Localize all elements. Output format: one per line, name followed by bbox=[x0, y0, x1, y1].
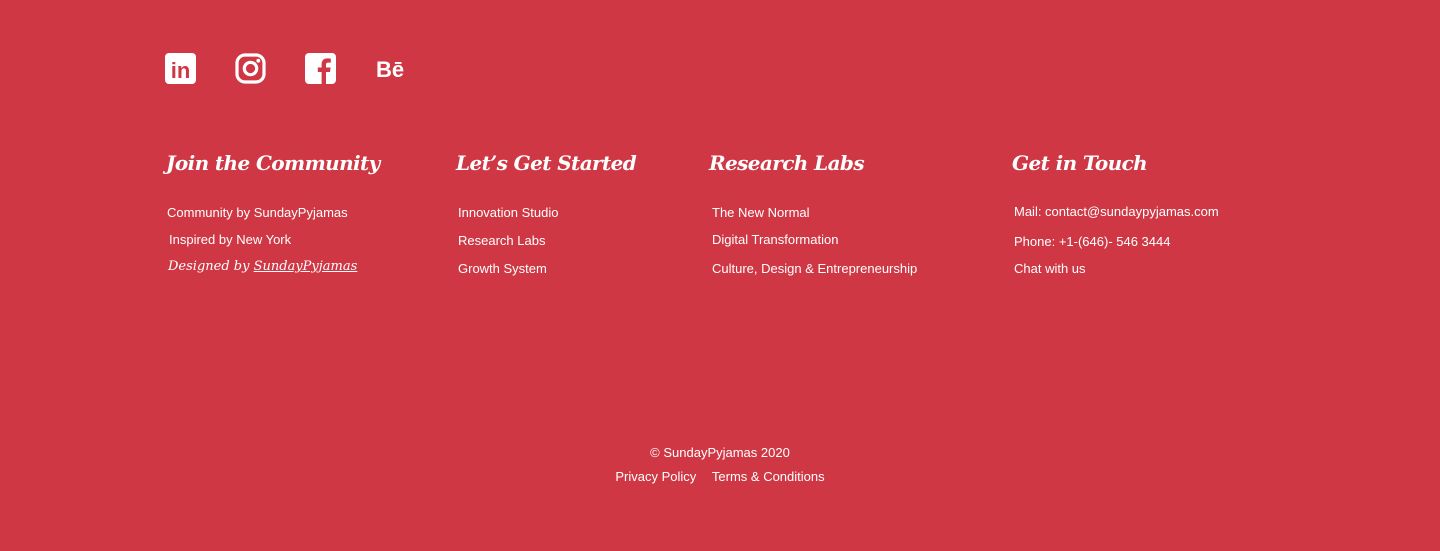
list-item[interactable]: Mail: contact@sundaypyjamas.com bbox=[1014, 204, 1219, 220]
copyright: © SundayPyjamas 2020 bbox=[650, 445, 790, 460]
community-link[interactable]: Community by SundayPyjamas bbox=[167, 205, 348, 220]
instagram-link[interactable] bbox=[235, 53, 266, 84]
list-item[interactable]: Phone: +1-(646)- 546 3444 bbox=[1014, 234, 1170, 250]
footer-bottom: © SundayPyjamas 2020 Privacy Policy Term… bbox=[0, 445, 1440, 485]
designed-by: Designed by SundayPyjamas bbox=[168, 259, 357, 275]
phone-link[interactable]: Phone: +1-(646)- 546 3444 bbox=[1014, 234, 1170, 249]
facebook-icon bbox=[305, 53, 336, 84]
column-heading: Let’s Get Started bbox=[456, 151, 637, 175]
list-item[interactable]: Inspired by New York bbox=[169, 232, 291, 248]
designed-by-brand-link[interactable]: SundayPyjamas bbox=[254, 259, 358, 274]
new-normal-link[interactable]: The New Normal bbox=[712, 205, 810, 220]
chat-link[interactable]: Chat with us bbox=[1014, 261, 1086, 276]
column-heading: Get in Touch bbox=[1012, 151, 1148, 175]
footer-column-research-labs: Research Labs The New Normal Digital Tra… bbox=[709, 150, 917, 276]
footer-column-get-in-touch: Get in Touch Mail: contact@sundaypyjamas… bbox=[1012, 150, 1219, 276]
list-item[interactable]: Digital Transformation bbox=[712, 232, 838, 248]
legal-links: Privacy Policy Terms & Conditions bbox=[0, 469, 1440, 485]
footer-column-community: Join the Community Community by SundayPy… bbox=[166, 150, 380, 274]
column-heading: Join the Community bbox=[166, 151, 380, 175]
culture-design-link[interactable]: Culture, Design & Entrepreneurship bbox=[712, 261, 917, 276]
inspired-link[interactable]: Inspired by New York bbox=[169, 232, 291, 247]
behance-link[interactable]: Bē bbox=[375, 53, 406, 84]
column-heading: Research Labs bbox=[709, 151, 865, 175]
behance-icon: Bē bbox=[376, 57, 404, 82]
research-labs-link[interactable]: Research Labs bbox=[458, 233, 545, 248]
growth-system-link[interactable]: Growth System bbox=[458, 261, 547, 276]
list-item[interactable]: Community by SundayPyjamas bbox=[167, 205, 348, 221]
terms-link[interactable]: Terms & Conditions bbox=[712, 469, 825, 484]
svg-text:in: in bbox=[171, 58, 191, 83]
list-item[interactable]: Chat with us bbox=[1014, 261, 1086, 277]
footer-column-get-started: Let’s Get Started Innovation Studio Rese… bbox=[456, 150, 637, 276]
designed-by-prefix: Designed by bbox=[168, 259, 250, 274]
list-item[interactable]: Culture, Design & Entrepreneurship bbox=[712, 261, 917, 277]
instagram-icon bbox=[235, 53, 266, 84]
digital-transformation-link[interactable]: Digital Transformation bbox=[712, 232, 838, 247]
innovation-studio-link[interactable]: Innovation Studio bbox=[458, 205, 558, 220]
mail-link[interactable]: Mail: contact@sundaypyjamas.com bbox=[1014, 204, 1219, 219]
list-item[interactable]: The New Normal bbox=[712, 205, 810, 221]
social-links: in Bē bbox=[165, 53, 406, 84]
linkedin-link[interactable]: in bbox=[165, 53, 196, 84]
privacy-policy-link[interactable]: Privacy Policy bbox=[615, 469, 696, 484]
linkedin-icon: in bbox=[165, 53, 196, 84]
list-item[interactable]: Innovation Studio bbox=[458, 205, 558, 221]
facebook-link[interactable] bbox=[305, 53, 336, 84]
svg-text:Bē: Bē bbox=[376, 57, 404, 82]
list-item[interactable]: Growth System bbox=[458, 261, 547, 277]
list-item[interactable]: Research Labs bbox=[458, 233, 545, 249]
